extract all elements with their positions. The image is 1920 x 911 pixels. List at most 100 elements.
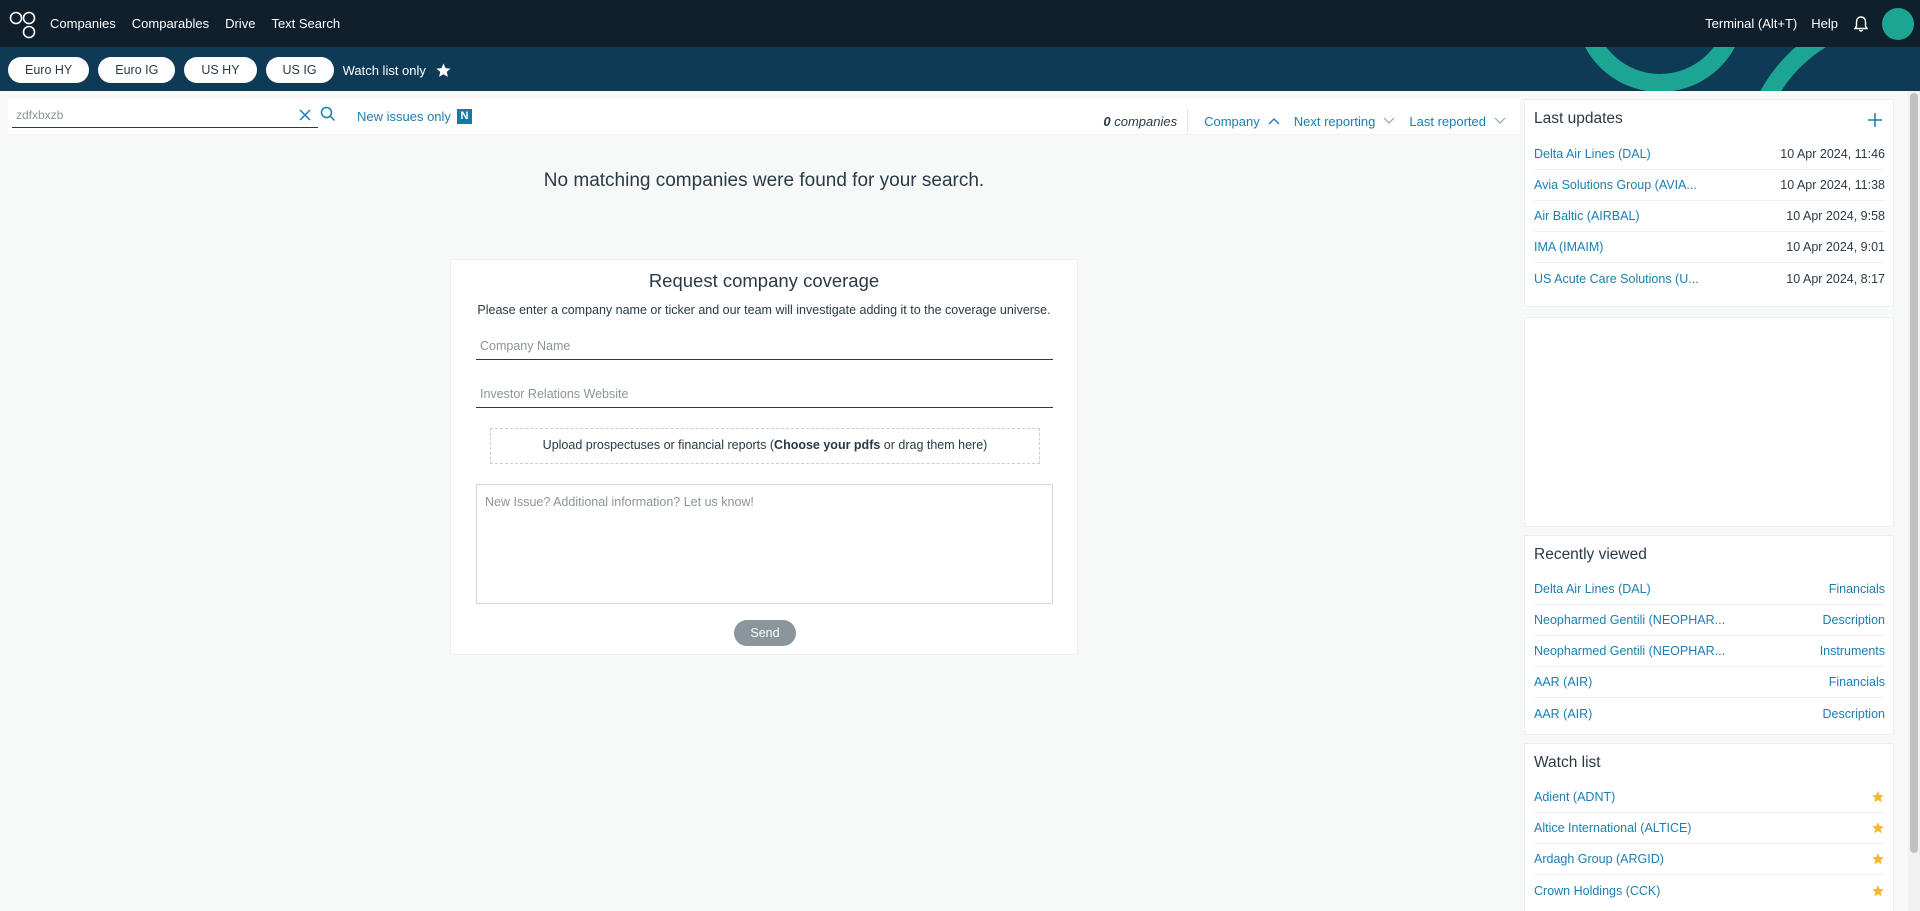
card-title: Request company coverage — [648, 270, 880, 291]
upload-text-post: or drag them here) — [880, 438, 988, 452]
last-updates-panel: Last updates Delta Air Lines (DAL) 10 Ap… — [1524, 99, 1894, 307]
company-link[interactable]: Avia Solutions Group (AVIA... — [1534, 178, 1697, 192]
company-link[interactable]: AAR (AIR) — [1534, 707, 1592, 721]
recently-viewed-list: Delta Air Lines (DAL) Financials Neophar… — [1534, 574, 1885, 729]
watch-list-only-toggle[interactable]: Watch list only — [343, 62, 452, 79]
list-item: Air Baltic (AIRBAL) 10 Apr 2024, 9:58 — [1534, 201, 1885, 232]
chip-euro-hy[interactable]: Euro HY — [8, 57, 90, 83]
list-item: Neopharmed Gentili (NEOPHAR... Instrumen… — [1534, 636, 1885, 667]
new-issues-label: New issues only — [357, 109, 451, 124]
company-link[interactable]: IMA (IMAIM) — [1534, 240, 1603, 254]
card-subtitle: Please enter a company name or ticker an… — [477, 303, 1051, 317]
watch-list: Adient (ADNT) Altice International (ALTI… — [1534, 782, 1885, 906]
panel-title: Watch list — [1534, 754, 1601, 771]
sort-last-reported-label: Last reported — [1409, 113, 1486, 129]
star-icon[interactable] — [1871, 790, 1885, 804]
top-navigation-bar: Companies Comparables Drive Text Search … — [0, 0, 1920, 47]
nav-drive[interactable]: Drive — [225, 16, 255, 31]
panel-title: Recently viewed — [1534, 546, 1647, 563]
logo-icon[interactable] — [6, 7, 40, 41]
decorative-arcs — [1585, 47, 1827, 91]
new-badge: N — [456, 109, 472, 124]
nav-text-search[interactable]: Text Search — [271, 16, 340, 31]
sort-company[interactable]: Company — [1204, 114, 1280, 129]
company-link[interactable]: Crown Holdings (CCK) — [1534, 884, 1660, 898]
divider — [1187, 109, 1189, 133]
company-link[interactable]: US Acute Care Solutions (U... — [1534, 272, 1699, 286]
update-time: 10 Apr 2024, 11:38 — [1780, 178, 1885, 192]
company-link[interactable]: Neopharmed Gentili (NEOPHAR... — [1534, 644, 1725, 658]
search-input[interactable] — [12, 104, 282, 126]
help-link[interactable]: Help — [1811, 16, 1838, 31]
star-icon[interactable] — [1871, 884, 1885, 898]
company-link[interactable]: AAR (AIR) — [1534, 675, 1592, 689]
section-link[interactable]: Financials — [1829, 675, 1885, 689]
sort-next-reporting[interactable]: Next reporting — [1294, 114, 1396, 129]
sort-last-reported[interactable]: Last reported — [1409, 114, 1506, 129]
company-link[interactable]: Delta Air Lines (DAL) — [1534, 147, 1651, 161]
plus-icon[interactable] — [1867, 112, 1883, 128]
sort-bar: 0 companies Company Next reporting Last … — [1103, 109, 1506, 133]
list-item: AAR (AIR) Description — [1534, 698, 1885, 729]
section-link[interactable]: Description — [1822, 707, 1885, 721]
section-link[interactable]: Instruments — [1820, 644, 1885, 658]
choose-pdfs-link[interactable]: Choose your pdfs — [774, 438, 880, 452]
avatar[interactable] — [1882, 7, 1914, 40]
list-item: AAR (AIR) Financials — [1534, 667, 1885, 698]
section-link[interactable]: Description — [1822, 613, 1885, 627]
close-icon[interactable] — [298, 108, 312, 122]
list-item: Neopharmed Gentili (NEOPHAR... Descripti… — [1534, 605, 1885, 636]
company-link[interactable]: Adient (ADNT) — [1534, 790, 1615, 804]
recently-viewed-panel: Recently viewed Delta Air Lines (DAL) Fi… — [1524, 535, 1894, 735]
company-link[interactable]: Ardagh Group (ARGID) — [1534, 852, 1664, 866]
list-item: US Acute Care Solutions (U... 10 Apr 202… — [1534, 263, 1885, 294]
scrollbar-thumb[interactable] — [1910, 93, 1918, 853]
upload-text-pre: Upload prospectuses or financial reports… — [542, 438, 775, 452]
chip-us-hy[interactable]: US HY — [184, 57, 257, 83]
bell-icon[interactable] — [1852, 15, 1870, 33]
list-item: Delta Air Lines (DAL) 10 Apr 2024, 11:46 — [1534, 139, 1885, 170]
chevron-up-icon — [1268, 118, 1280, 125]
update-time: 10 Apr 2024, 11:46 — [1780, 147, 1885, 161]
page-scrollbar[interactable] — [1908, 91, 1920, 911]
company-link[interactable]: Neopharmed Gentili (NEOPHAR... — [1534, 613, 1725, 627]
no-results-message: No matching companies were found for you… — [543, 170, 985, 191]
investor-relations-field[interactable]: Investor Relations Website — [476, 380, 1053, 408]
list-item: Adient (ADNT) — [1534, 782, 1885, 813]
watch-list-only-label: Watch list only — [342, 62, 426, 78]
nav-companies[interactable]: Companies — [50, 16, 116, 31]
empty-widget-panel — [1524, 317, 1894, 527]
panel-title: Last updates — [1534, 110, 1623, 127]
chevron-down-icon — [1494, 117, 1506, 124]
additional-info-textarea[interactable]: New Issue? Additional information? Let u… — [476, 484, 1053, 604]
watch-list-panel: Watch list Adient (ADNT) Altice Internat… — [1524, 743, 1894, 911]
sort-company-label: Company — [1204, 113, 1260, 129]
send-button[interactable]: Send — [734, 620, 796, 646]
section-link[interactable]: Financials — [1829, 582, 1885, 596]
list-item: Ardagh Group (ARGID) — [1534, 844, 1885, 875]
market-filters: Euro HY Euro IG US HY US IG Watch list o… — [8, 57, 452, 83]
request-coverage-card: Request company coverage Please enter a … — [450, 259, 1078, 655]
results-count-suffix: companies — [1114, 113, 1178, 129]
chip-us-ig[interactable]: US IG — [265, 57, 334, 83]
terminal-link[interactable]: Terminal (Alt+T) — [1705, 16, 1797, 31]
update-time: 10 Apr 2024, 9:01 — [1786, 240, 1885, 254]
star-icon — [436, 62, 451, 77]
pdf-upload-dropzone[interactable]: Upload prospectuses or financial reports… — [490, 428, 1040, 464]
results-count: 0 companies — [1103, 114, 1177, 129]
update-time: 10 Apr 2024, 9:58 — [1786, 209, 1885, 223]
company-link[interactable]: Altice International (ALTICE) — [1534, 821, 1691, 835]
list-item: Altice International (ALTICE) — [1534, 813, 1885, 844]
search-icon[interactable] — [320, 106, 336, 122]
nav-comparables[interactable]: Comparables — [132, 16, 209, 31]
company-name-field[interactable]: Company Name — [476, 332, 1053, 360]
search-toolbar: New issues only N 0 companies Company Ne… — [8, 99, 1520, 135]
company-link[interactable]: Delta Air Lines (DAL) — [1534, 582, 1651, 596]
list-item: Delta Air Lines (DAL) Financials — [1534, 574, 1885, 605]
chip-euro-ig[interactable]: Euro IG — [98, 57, 176, 83]
star-icon[interactable] — [1871, 852, 1885, 866]
new-issues-only-toggle[interactable]: New issues only N — [357, 109, 472, 124]
star-icon[interactable] — [1871, 821, 1885, 835]
top-right-actions: Terminal (Alt+T) Help — [1705, 0, 1920, 47]
company-link[interactable]: Air Baltic (AIRBAL) — [1534, 209, 1640, 223]
